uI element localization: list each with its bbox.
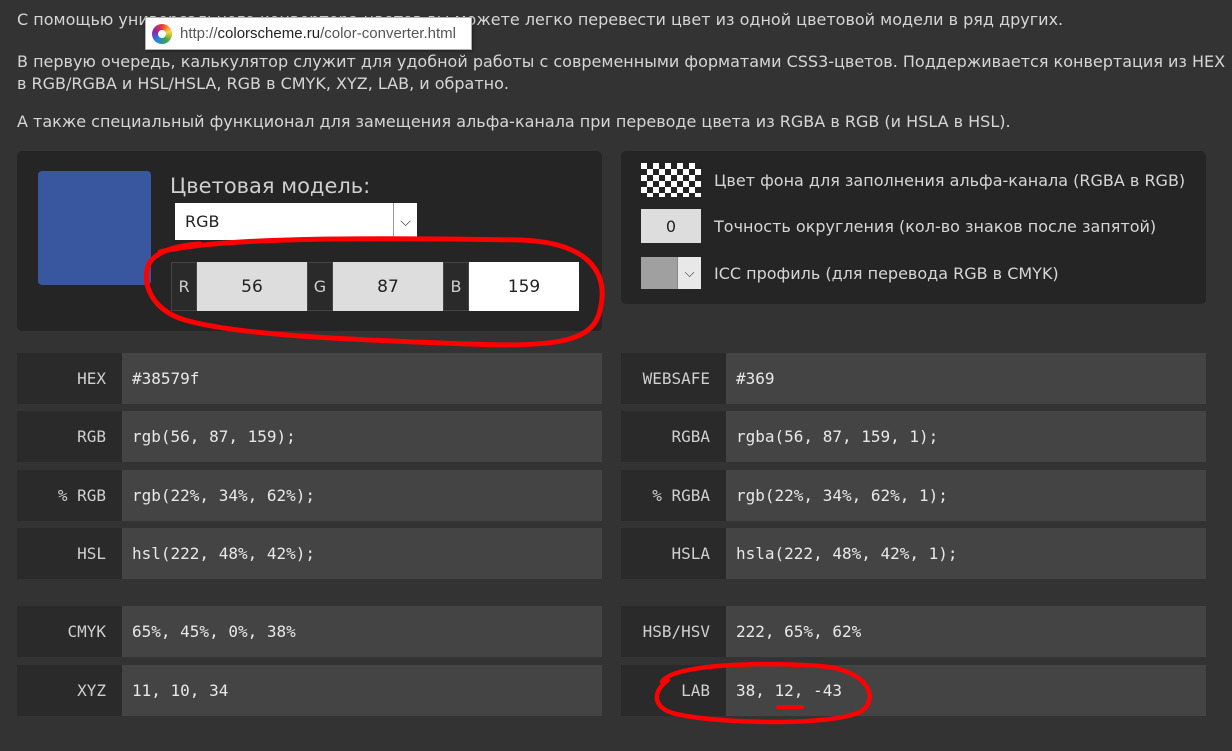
transparency-checker-icon[interactable] [641,163,701,197]
result-key: HSB/HSV [621,606,726,657]
result-value[interactable]: hsl(222, 48%, 42%); [122,528,602,579]
result-row-websafe: WEBSAFE #369 [621,353,1206,404]
color-model-label: Цветовая модель: [170,174,371,198]
result-value[interactable]: 65%, 45%, 0%, 38% [122,606,602,657]
result-row-rgb: RGB rgb(56, 87, 159); [17,411,602,462]
intro-paragraph-3: А также специальный функционал для замещ… [17,112,1011,131]
result-value[interactable]: rgb(22%, 34%, 62%, 1); [726,470,1206,521]
icc-profile-select[interactable]: ⌵ [641,257,701,289]
result-row-hsb: HSB/HSV 222, 65%, 62% [621,606,1206,657]
result-value[interactable]: #38579f [122,353,602,404]
channel-b-input[interactable]: 159 [469,262,579,311]
chevron-down-icon[interactable]: ⌵ [677,257,701,289]
result-key: HSL [17,528,122,579]
result-value[interactable]: 11, 10, 34 [122,665,602,716]
color-model-select[interactable]: RGB ⌵ [175,203,417,240]
result-value[interactable]: hsla(222, 48%, 42%, 1); [726,528,1206,579]
result-row-pct-rgba: % RGBA rgb(22%, 34%, 62%, 1); [621,470,1206,521]
url-scheme: http:// [180,25,218,42]
result-key: RGBA [621,411,726,462]
bg-fill-label: Цвет фона для заполнения альфа-канала (R… [714,170,1186,190]
channel-g-input[interactable]: 87 [333,262,443,311]
channel-g-label: G [307,262,333,311]
precision-label: Точность округления (кол-во знаков после… [714,216,1157,236]
result-key: XYZ [17,665,122,716]
result-key: WEBSAFE [621,353,726,404]
result-row-hex: HEX #38579f [17,353,602,404]
result-key: CMYK [17,606,122,657]
result-value[interactable]: 38, 12, -43 [726,665,1206,716]
icc-label: ICC профиль (для перевода RGB в CMYK) [714,263,1059,283]
channel-b-label: B [443,262,469,311]
channel-r: R 56 [171,262,307,311]
channel-r-input[interactable]: 56 [197,262,307,311]
result-row-rgba: RGBA rgba(56, 87, 159, 1); [621,411,1206,462]
result-row-hsla: HSLA hsla(222, 48%, 42%, 1); [621,528,1206,579]
color-model-value: RGB [185,212,220,231]
result-key: % RGBA [621,470,726,521]
result-row-cmyk: CMYK 65%, 45%, 0%, 38% [17,606,602,657]
precision-option: 0 Точность округления (кол-во знаков пос… [641,209,1156,243]
result-key: % RGB [17,470,122,521]
result-value[interactable]: rgba(56, 87, 159, 1); [726,411,1206,462]
result-key: HSLA [621,528,726,579]
intro-paragraph-2: В первую очередь, калькулятор служит для… [17,52,1226,93]
precision-input[interactable]: 0 [641,209,701,243]
result-value[interactable]: rgb(56, 87, 159); [122,411,602,462]
url-tooltip: http://colorscheme.ru/color-converter.ht… [145,17,472,50]
bg-fill-option: Цвет фона для заполнения альфа-канала (R… [641,163,1185,197]
result-value[interactable]: #369 [726,353,1206,404]
channel-b: B 159 [443,262,579,311]
browser-favicon-icon [152,23,172,44]
result-key: RGB [17,411,122,462]
result-row-xyz: XYZ 11, 10, 34 [17,665,602,716]
channel-r-label: R [171,262,197,311]
icc-option: ⌵ ICC профиль (для перевода RGB в CMYK) [641,257,1059,289]
chevron-down-icon[interactable]: ⌵ [393,203,417,240]
result-key: HEX [17,353,122,404]
result-row-pct-rgb: % RGB rgb(22%, 34%, 62%); [17,470,602,521]
result-value[interactable]: 222, 65%, 62% [726,606,1206,657]
color-swatch[interactable] [38,171,151,285]
url-path: /color-converter.html [320,25,456,42]
result-row-hsl: HSL hsl(222, 48%, 42%); [17,528,602,579]
result-value[interactable]: rgb(22%, 34%, 62%); [122,470,602,521]
channel-g: G 87 [307,262,443,311]
url-host: colorscheme.ru [217,25,321,42]
result-row-lab: LAB 38, 12, -43 [621,665,1206,716]
result-key: LAB [621,665,726,716]
